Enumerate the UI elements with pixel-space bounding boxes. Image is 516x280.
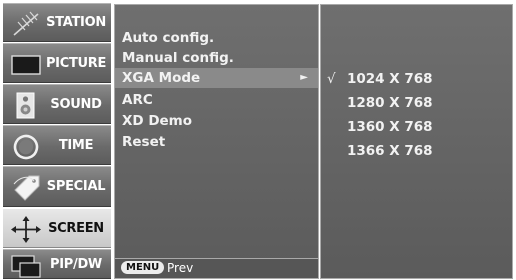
menu-item-label: XD Demo — [122, 113, 193, 129]
prev-label: Prev — [167, 261, 194, 275]
menu-item-manual-config[interactable]: Manual config. — [122, 48, 314, 68]
screen-menu-panel: Auto config. Manual config. XGA Mode ► A… — [114, 4, 319, 279]
sidebar-item-label: TIME — [58, 137, 94, 153]
speaker-icon — [16, 92, 35, 119]
sidebar-item-label: STATION — [46, 15, 106, 30]
sidebar-item-label: PICTURE — [45, 55, 107, 71]
xga-option-label: 1366 X 768 — [347, 143, 433, 159]
tag-icon — [13, 175, 40, 201]
sidebar-item-time[interactable]: TIME — [3, 125, 111, 165]
monitor-icon — [11, 55, 41, 75]
sidebar-item-label: SCREEN — [48, 220, 104, 236]
xga-option-label: 1024 X 768 — [347, 71, 433, 87]
clock-icon — [13, 134, 39, 160]
menu-item-arc[interactable]: ARC — [122, 90, 314, 110]
menu-item-label: Manual config. — [122, 50, 234, 66]
menu-item-reset[interactable]: Reset — [122, 132, 314, 152]
sidebar-item-screen[interactable]: SCREEN — [3, 208, 111, 248]
menu-item-label: Auto config. — [122, 30, 215, 46]
menu-footer: MENU Prev — [115, 258, 318, 278]
sidebar-item-pip-dw[interactable]: PIP/DW — [3, 249, 111, 279]
move-arrows-icon — [11, 216, 41, 243]
pip-icon — [11, 255, 41, 278]
sidebar: STATION PICTURE SOUND TIME SPECIAL SCREE… — [3, 3, 111, 279]
menu-item-xga-mode[interactable]: XGA Mode ► — [115, 68, 318, 88]
sidebar-item-station[interactable]: STATION — [3, 3, 111, 42]
menu-key-icon[interactable]: MENU — [121, 261, 165, 274]
antenna-icon — [13, 11, 39, 36]
xga-option-label: 1280 X 768 — [347, 95, 433, 111]
xga-option-label: 1360 X 768 — [347, 119, 433, 135]
menu-item-label: ARC — [122, 92, 153, 108]
sidebar-item-label: PIP/DW — [50, 256, 102, 272]
sidebar-item-label: SOUND — [50, 96, 102, 112]
sidebar-item-picture[interactable]: PICTURE — [3, 43, 111, 83]
sidebar-item-label: SPECIAL — [46, 179, 106, 194]
menu-item-xd-demo[interactable]: XD Demo — [122, 111, 314, 131]
submenu-arrow-icon: ► — [300, 72, 308, 83]
sidebar-item-sound[interactable]: SOUND — [3, 84, 111, 124]
menu-item-label: XGA Mode — [122, 70, 201, 86]
osd-screen: STATION PICTURE SOUND TIME SPECIAL SCREE… — [0, 0, 516, 279]
check-icon: √ — [327, 71, 336, 87]
menu-item-auto-config[interactable]: Auto config. — [122, 28, 314, 48]
xga-mode-panel: √ 1024 X 768 1280 X 768 1360 X 768 1366 … — [320, 4, 513, 279]
sidebar-item-special[interactable]: SPECIAL — [3, 166, 111, 207]
menu-item-label: Reset — [122, 134, 166, 150]
